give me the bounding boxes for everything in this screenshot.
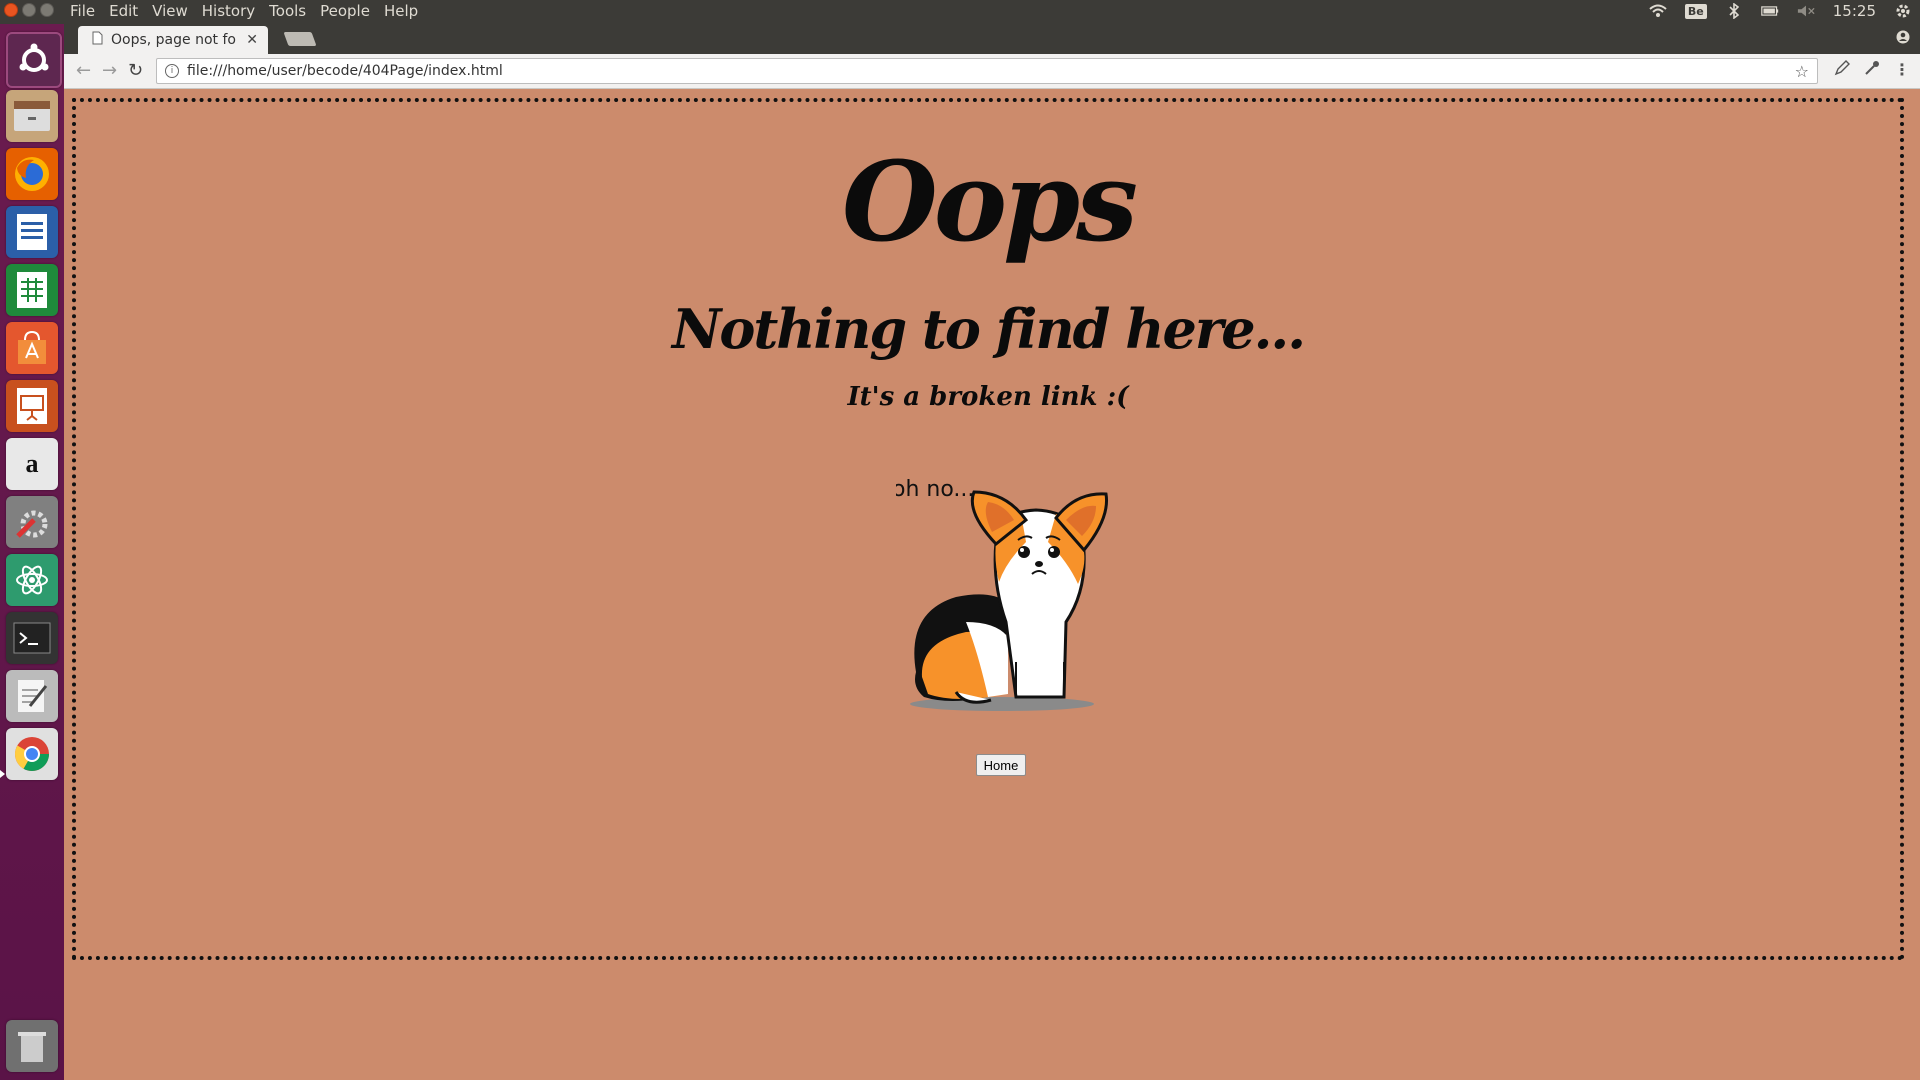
amazon-icon: a xyxy=(25,449,39,478)
menu-bar: File Edit View History Tools People Help xyxy=(70,2,418,20)
firefox-button[interactable] xyxy=(6,148,58,200)
tab-strip: Oops, page not fou ✕ xyxy=(64,24,1920,54)
firefox-icon xyxy=(15,157,49,191)
maximize-window-button[interactable] xyxy=(40,3,54,17)
keyboard-layout-indicator[interactable]: Be xyxy=(1684,3,1707,19)
url-text[interactable]: file:///home/user/becode/404Page/index.h… xyxy=(187,63,1795,79)
atom-icon xyxy=(16,565,48,595)
tab-title: Oops, page not fou xyxy=(111,32,237,48)
notepad-pencil-icon xyxy=(18,680,48,712)
unity-launcher: a xyxy=(0,24,64,1080)
chrome-button[interactable] xyxy=(6,728,58,780)
forward-arrow-icon[interactable]: → xyxy=(102,60,117,81)
address-bar[interactable]: i file:///home/user/becode/404Page/index… xyxy=(156,58,1818,84)
sad-corgi-icon: oh no... xyxy=(896,477,1109,711)
page-subtitle: Nothing to find here... xyxy=(671,297,1306,361)
system-settings-button[interactable] xyxy=(6,496,58,548)
extension-pen-icon[interactable] xyxy=(1834,60,1850,80)
bluetooth-icon[interactable] xyxy=(1725,2,1743,20)
eyedropper-icon[interactable] xyxy=(1864,60,1880,80)
menu-history[interactable]: History xyxy=(202,2,255,20)
info-icon[interactable]: i xyxy=(165,64,179,78)
writer-button[interactable] xyxy=(6,206,58,258)
trash-icon xyxy=(18,1032,46,1062)
menu-tools[interactable]: Tools xyxy=(269,2,306,20)
atom-button[interactable] xyxy=(6,554,58,606)
files-button[interactable] xyxy=(6,90,58,142)
browser-toolbar: ← → ↻ i file:///home/user/becode/404Page… xyxy=(64,54,1920,89)
menu-edit[interactable]: Edit xyxy=(109,2,138,20)
system-tray: Be 15:25 xyxy=(1649,2,1912,20)
image-caption: oh no... xyxy=(896,477,974,502)
terminal-button[interactable] xyxy=(6,612,58,664)
volume-muted-icon[interactable] xyxy=(1797,2,1815,20)
presentation-icon xyxy=(17,388,47,424)
profile-icon[interactable] xyxy=(1896,30,1910,48)
back-arrow-icon[interactable]: ← xyxy=(76,60,91,81)
chrome-icon xyxy=(15,737,49,771)
impress-button[interactable] xyxy=(6,380,58,432)
text-editor-button[interactable] xyxy=(6,670,58,722)
menu-file[interactable]: File xyxy=(70,2,95,20)
reload-icon[interactable]: ↻ xyxy=(128,60,143,81)
document-icon xyxy=(17,214,47,250)
new-tab-button[interactable] xyxy=(283,32,317,46)
ubuntu-logo-icon xyxy=(19,43,49,72)
more-menu-icon[interactable]: ⋮ xyxy=(1894,60,1910,79)
shopping-bag-icon xyxy=(18,330,46,364)
bookmark-star-icon[interactable]: ☆ xyxy=(1795,62,1809,81)
ubuntu-dash-button[interactable] xyxy=(6,32,62,88)
tab-active[interactable]: Oops, page not fou ✕ xyxy=(78,26,268,54)
menu-people[interactable]: People xyxy=(320,2,370,20)
window-controls xyxy=(4,3,54,17)
close-window-button[interactable] xyxy=(4,3,18,17)
active-app-indicator xyxy=(0,770,5,778)
terminal-icon xyxy=(13,622,51,654)
wrench-gear-icon xyxy=(16,510,48,538)
wifi-icon[interactable] xyxy=(1649,2,1667,20)
file-cabinet-icon xyxy=(14,101,50,131)
page-message: It's a broken link :( xyxy=(847,382,1129,412)
gear-icon[interactable] xyxy=(1894,2,1912,20)
dotted-frame: Oops Nothing to find here... It's a brok… xyxy=(72,98,1904,960)
page-icon xyxy=(92,31,103,49)
spreadsheet-icon xyxy=(17,272,47,308)
calc-button[interactable] xyxy=(6,264,58,316)
amazon-button[interactable]: a xyxy=(6,438,58,490)
battery-icon[interactable] xyxy=(1760,2,1779,20)
menu-view[interactable]: View xyxy=(152,2,188,20)
menu-help[interactable]: Help xyxy=(384,2,418,20)
page-title: Oops xyxy=(841,137,1138,266)
clock[interactable]: 15:25 xyxy=(1833,2,1876,20)
trash-button[interactable] xyxy=(6,1020,58,1072)
top-panel: File Edit View History Tools People Help… xyxy=(0,0,1920,24)
minimize-window-button[interactable] xyxy=(22,3,36,17)
page-viewport: Oops Nothing to find here... It's a brok… xyxy=(64,89,1920,1080)
home-button[interactable]: Home xyxy=(976,754,1026,776)
close-tab-icon[interactable]: ✕ xyxy=(246,32,258,48)
software-center-button[interactable] xyxy=(6,322,58,374)
